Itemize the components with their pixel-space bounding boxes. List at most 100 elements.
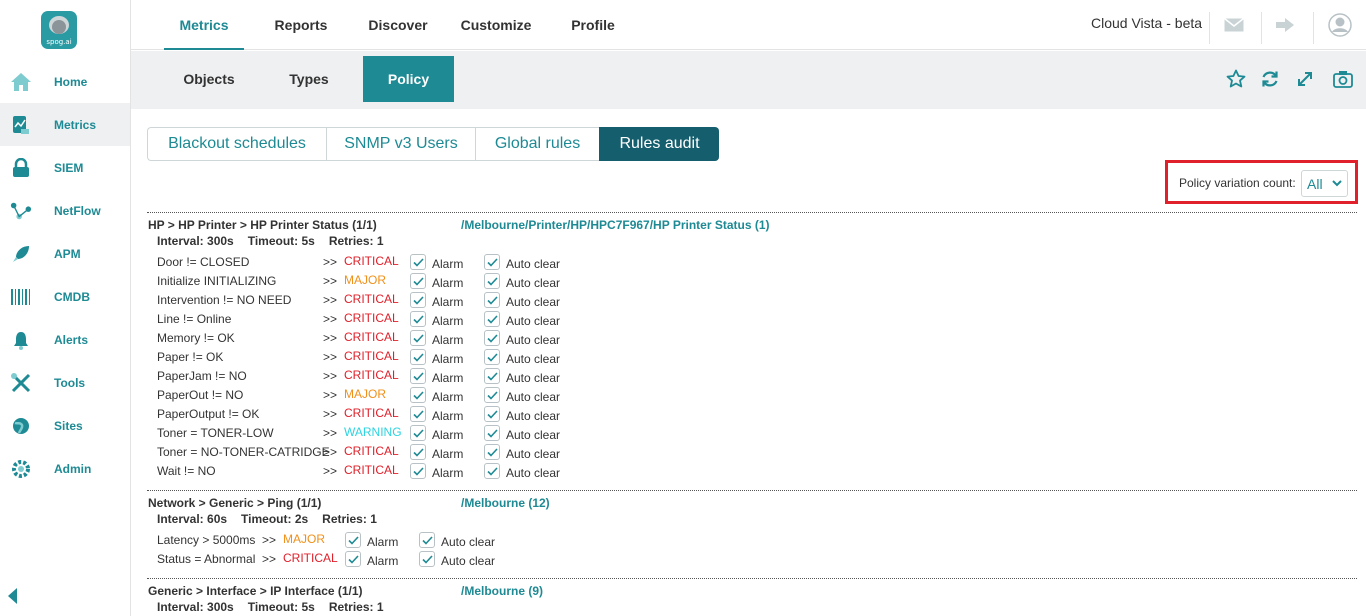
star-icon[interactable] bbox=[1225, 68, 1247, 90]
tab-global-rules[interactable]: Global rules bbox=[475, 127, 599, 161]
auto-clear-label: Auto clear bbox=[441, 535, 496, 549]
rule-arrow: >> bbox=[323, 407, 338, 421]
auto-clear-checkbox[interactable] bbox=[484, 330, 500, 346]
rule-condition: Paper != OK bbox=[157, 350, 224, 364]
auto-clear-checkbox[interactable] bbox=[484, 254, 500, 270]
tab-discover[interactable]: Discover bbox=[358, 0, 438, 50]
alarm-checkbox[interactable] bbox=[410, 444, 426, 460]
rule-row: Wait != NO >> CRITICAL Alarm Auto clear bbox=[147, 462, 847, 481]
sidebar-item-netflow[interactable]: NetFlow bbox=[0, 189, 130, 232]
tab-types[interactable]: Types bbox=[264, 56, 354, 102]
tab-reports[interactable]: Reports bbox=[261, 0, 341, 50]
sidebar-item-sites[interactable]: Sites bbox=[0, 404, 130, 447]
auto-clear-label: Auto clear bbox=[506, 314, 561, 328]
alarm-checkbox[interactable] bbox=[410, 311, 426, 327]
rule-row: PaperOutput != OK >> CRITICAL Alarm Auto cle… bbox=[147, 405, 847, 424]
sidebar-item-siem[interactable]: SIEM bbox=[0, 146, 130, 189]
alarm-checkbox[interactable] bbox=[410, 425, 426, 441]
auto-clear-checkbox[interactable] bbox=[484, 273, 500, 289]
policy-variation-select[interactable]: All bbox=[1301, 170, 1348, 197]
collapse-sidebar-icon[interactable] bbox=[6, 587, 18, 605]
rule-arrow: >> bbox=[323, 255, 338, 269]
alarm-checkbox[interactable] bbox=[410, 368, 426, 384]
auto-clear-checkbox[interactable] bbox=[484, 387, 500, 403]
alarm-checkbox[interactable] bbox=[410, 254, 426, 270]
group-meta: Interval: 300s Timeout: 5s Retries: 1 bbox=[157, 600, 398, 614]
rule-condition: Door != CLOSED bbox=[157, 255, 250, 269]
rule-arrow: >> bbox=[323, 388, 338, 402]
rule-arrow: >> bbox=[323, 312, 338, 326]
tab-objects[interactable]: Objects bbox=[164, 56, 254, 102]
sidebar-item-home[interactable]: Home bbox=[0, 60, 130, 103]
sidebar-item-alerts[interactable]: Alerts bbox=[0, 318, 130, 361]
auto-clear-checkbox[interactable] bbox=[484, 292, 500, 308]
refresh-icon[interactable] bbox=[1259, 68, 1281, 90]
alarm-label: Alarm bbox=[432, 276, 464, 290]
alarm-checkbox[interactable] bbox=[345, 532, 361, 548]
severity-label: MAJOR bbox=[344, 273, 386, 287]
rule-row: Status = Abnormal >> CRITICAL Alarm Auto cle… bbox=[147, 550, 847, 569]
auto-clear-checkbox[interactable] bbox=[484, 349, 500, 365]
tab-customize[interactable]: Customize bbox=[453, 0, 539, 50]
auto-clear-checkbox[interactable] bbox=[484, 425, 500, 441]
alarm-checkbox[interactable] bbox=[410, 406, 426, 422]
expand-icon[interactable] bbox=[1294, 68, 1316, 90]
alarm-checkbox[interactable] bbox=[410, 349, 426, 365]
sidebar-item-apm[interactable]: APM bbox=[0, 232, 130, 275]
sidebar-item-tools[interactable]: Tools bbox=[0, 361, 130, 404]
auto-clear-checkbox[interactable] bbox=[419, 532, 435, 548]
auto-clear-checkbox[interactable] bbox=[484, 368, 500, 384]
logo-text: spog.ai bbox=[46, 38, 72, 46]
logo[interactable]: spog.ai bbox=[41, 11, 77, 49]
sidebar-item-metrics[interactable]: Metrics bbox=[0, 103, 130, 146]
policy-tab-bar: Blackout schedules SNMP v3 Users Global … bbox=[147, 127, 719, 161]
alarm-label: Alarm bbox=[432, 257, 464, 271]
group-path-link[interactable]: /Melbourne (9) bbox=[461, 584, 543, 598]
auto-clear-checkbox[interactable] bbox=[484, 406, 500, 422]
group-path-link[interactable]: /Melbourne/Printer/HP/HPC7F967/HP Printe… bbox=[461, 218, 770, 232]
auto-clear-label: Auto clear bbox=[506, 276, 561, 290]
auto-clear-checkbox[interactable] bbox=[484, 311, 500, 327]
auto-clear-checkbox[interactable] bbox=[484, 463, 500, 479]
rule-arrow: >> bbox=[323, 445, 338, 459]
avatar-icon[interactable] bbox=[1328, 13, 1352, 37]
mail-icon[interactable] bbox=[1222, 13, 1246, 37]
barcode-icon bbox=[10, 286, 32, 308]
auto-clear-label: Auto clear bbox=[506, 333, 561, 347]
severity-label: CRITICAL bbox=[344, 311, 399, 325]
auto-clear-checkbox[interactable] bbox=[419, 551, 435, 567]
tab-profile[interactable]: Profile bbox=[553, 0, 633, 50]
alarm-checkbox[interactable] bbox=[410, 273, 426, 289]
severity-label: CRITICAL bbox=[344, 368, 399, 382]
divider bbox=[1209, 12, 1210, 44]
koala-face bbox=[52, 20, 66, 34]
policy-group: Network > Generic > Ping (1/1) /Melbourne… bbox=[147, 490, 1357, 577]
tab-snmp-v3-users[interactable]: SNMP v3 Users bbox=[326, 127, 475, 161]
alarm-checkbox[interactable] bbox=[410, 463, 426, 479]
tab-rules-audit[interactable]: Rules audit bbox=[599, 127, 719, 161]
tab-blackout-schedules[interactable]: Blackout schedules bbox=[147, 127, 326, 161]
alarm-checkbox[interactable] bbox=[410, 292, 426, 308]
camera-icon[interactable] bbox=[1332, 68, 1354, 90]
auto-clear-checkbox[interactable] bbox=[484, 444, 500, 460]
alarm-label: Alarm bbox=[367, 535, 399, 549]
group-title: HP > HP Printer > HP Printer Status (1/1… bbox=[148, 218, 377, 232]
severity-label: CRITICAL bbox=[344, 444, 399, 458]
rule-row: Line != Online >> CRITICAL Alarm Auto clear bbox=[147, 310, 847, 329]
alarm-label: Alarm bbox=[432, 333, 464, 347]
sidebar-item-cmdb[interactable]: CMDB bbox=[0, 275, 130, 318]
logout-icon[interactable] bbox=[1273, 13, 1297, 37]
alarm-checkbox[interactable] bbox=[410, 387, 426, 403]
tab-policy[interactable]: Policy bbox=[363, 56, 454, 102]
sidebar-item-admin[interactable]: Admin bbox=[0, 447, 130, 490]
alarm-checkbox[interactable] bbox=[345, 551, 361, 567]
severity-label: MAJOR bbox=[344, 387, 386, 401]
rule-condition: Initialize INITIALIZING bbox=[157, 274, 277, 288]
group-meta: Interval: 300s Timeout: 5s Retries: 1 bbox=[157, 234, 398, 248]
alarm-checkbox[interactable] bbox=[410, 330, 426, 346]
alarm-label: Alarm bbox=[432, 352, 464, 366]
policy-group: HP > HP Printer > HP Printer Status (1/1… bbox=[147, 212, 1357, 489]
rule-row: Intervention != NO NEED >> CRITICAL Alarm Au… bbox=[147, 291, 847, 310]
tab-metrics[interactable]: Metrics bbox=[164, 0, 244, 50]
group-path-link[interactable]: /Melbourne (12) bbox=[461, 496, 550, 510]
